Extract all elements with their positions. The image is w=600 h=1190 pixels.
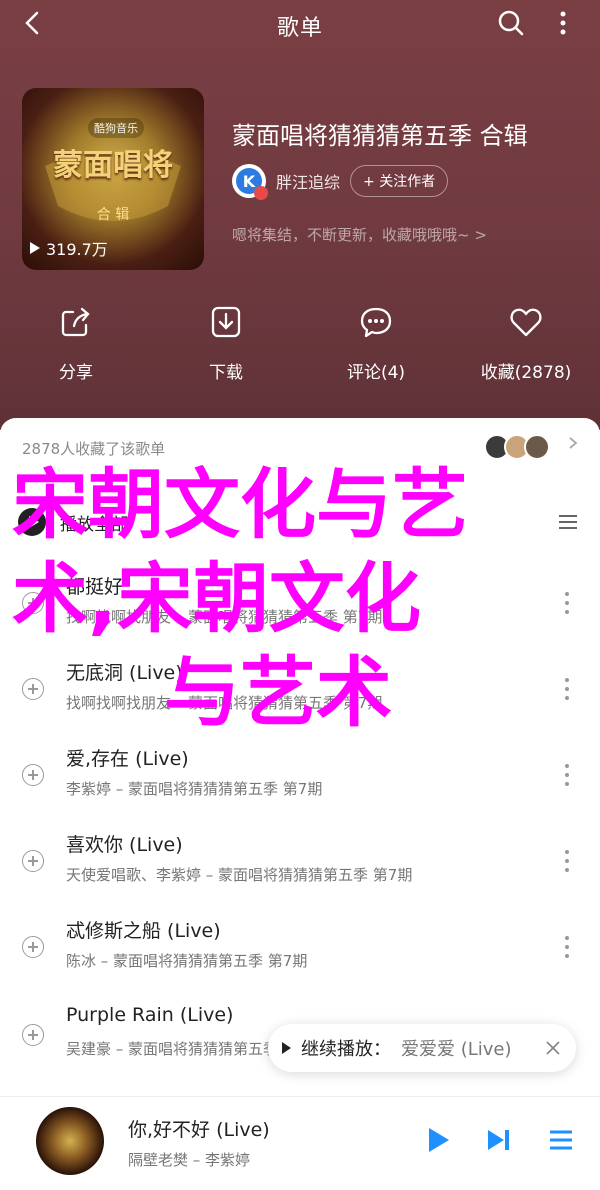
- continue-play-song: 爱爱爱 (Live): [401, 1039, 512, 1060]
- download-button[interactable]: 下载: [166, 304, 286, 383]
- follow-button[interactable]: + 关注作者: [350, 165, 449, 197]
- song-more-icon[interactable]: [558, 760, 576, 790]
- cover-collection-label: 合 辑: [96, 207, 130, 223]
- list-menu-icon[interactable]: [556, 510, 580, 534]
- playlist-title: 蒙面唱将猜猜猜第五季 合辑: [232, 122, 528, 150]
- song-title: 喜欢你 (Live): [66, 834, 183, 856]
- song-row[interactable]: 都挺好 找啊找啊找朋友 – 蒙面唱将猜猜猜第五季 第7期: [0, 564, 600, 650]
- share-label: 分享: [59, 363, 93, 383]
- download-icon: [211, 306, 241, 338]
- action-bar: 分享 下载 评论(4) 收藏(2878): [0, 304, 600, 394]
- owner-name[interactable]: 胖汪追综: [276, 169, 340, 193]
- add-song-icon[interactable]: [22, 764, 44, 786]
- play-all-icon: [18, 508, 46, 536]
- favorites-count: 2878人收藏了该歌单: [22, 440, 166, 458]
- song-list-sheet: 2878人收藏了该歌单 播放全部 都挺好 找啊找啊找朋友 – 蒙面唱将猜猜猜第五…: [0, 418, 600, 1189]
- song-artist: 李紫婷 – 蒙面唱将猜猜猜第五季 第7期: [66, 780, 323, 798]
- song-artist: 陈冰 – 蒙面唱将猜猜猜第五季 第7期: [66, 952, 308, 970]
- add-song-icon[interactable]: [22, 592, 44, 614]
- chevron-right-icon[interactable]: [566, 436, 580, 450]
- top-nav: 歌单: [0, 0, 600, 46]
- song-title: 爱,存在 (Live): [66, 748, 189, 770]
- comment-button[interactable]: 评论(4): [316, 304, 436, 383]
- cover-brand: 酷狗音乐: [88, 118, 144, 138]
- playlist-header: 歌单 酷狗音乐 蒙面唱将 合 辑 319.7万 蒙面唱将猜猜猜第五季 合辑 K …: [0, 0, 600, 430]
- play-icon: [282, 1042, 291, 1054]
- search-icon[interactable]: [496, 8, 526, 38]
- share-icon: [61, 307, 90, 337]
- favorite-label: 收藏(2878): [480, 363, 572, 383]
- favorite-button[interactable]: 收藏(2878): [466, 304, 586, 383]
- play-count-icon: [30, 242, 40, 254]
- playlist-description[interactable]: 嗯将集结，不断更新，收藏哦哦哦~ >: [232, 224, 487, 245]
- close-icon[interactable]: [544, 1039, 562, 1057]
- song-row[interactable]: 忒修斯之船 (Live) 陈冰 – 蒙面唱将猜猜猜第五季 第7期: [0, 908, 600, 994]
- download-label: 下载: [209, 363, 243, 383]
- add-song-icon[interactable]: [22, 1024, 44, 1046]
- continue-play-label: 继续播放：: [301, 1039, 391, 1060]
- play-all-label: 播放全部: [60, 514, 128, 535]
- mini-player[interactable]: 你,好不好 (Live) 隔壁老樊 – 李紫婷: [0, 1096, 600, 1190]
- song-title: 无底洞 (Live): [66, 662, 183, 684]
- more-icon[interactable]: [548, 8, 578, 38]
- song-more-icon[interactable]: [558, 674, 576, 704]
- now-playing-disc[interactable]: [36, 1107, 104, 1175]
- next-track-icon[interactable]: [482, 1123, 516, 1157]
- song-artist: 找啊找啊找朋友 – 蒙面唱将猜猜猜第五季 第7期: [66, 608, 383, 626]
- song-title: 忒修斯之船 (Live): [66, 920, 221, 942]
- song-row[interactable]: 喜欢你 (Live) 天使爱唱歌、李紫婷 – 蒙面唱将猜猜猜第五季 第7期: [0, 822, 600, 908]
- cover-logo-text: 蒙面唱将: [53, 148, 173, 183]
- heart-icon: [510, 308, 542, 337]
- play-count-value: 319.7万: [46, 240, 108, 259]
- comment-icon: [360, 307, 392, 338]
- add-song-icon[interactable]: [22, 678, 44, 700]
- playlist-queue-icon[interactable]: [544, 1123, 578, 1157]
- avatar: [524, 434, 550, 460]
- owner-row: K 胖汪追综 + 关注作者: [232, 164, 449, 200]
- song-row[interactable]: 无底洞 (Live) 找啊找啊找朋友 – 蒙面唱将猜猜猜第五季 第7期: [0, 650, 600, 736]
- playlist-cover[interactable]: 酷狗音乐 蒙面唱将 合 辑 319.7万: [22, 88, 204, 270]
- song-artist: 找啊找啊找朋友 – 蒙面唱将猜猜猜第五季 第7期: [66, 694, 383, 712]
- share-button[interactable]: 分享: [16, 304, 136, 383]
- add-song-icon[interactable]: [22, 936, 44, 958]
- song-more-icon[interactable]: [558, 588, 576, 618]
- verified-badge-icon: [254, 186, 268, 200]
- song-title: 都挺好: [66, 576, 124, 598]
- add-song-icon[interactable]: [22, 850, 44, 872]
- comment-label: 评论(4): [346, 363, 406, 383]
- play-all-button[interactable]: 播放全部: [18, 508, 128, 536]
- song-row[interactable]: 爱,存在 (Live) 李紫婷 – 蒙面唱将猜猜猜第五季 第7期: [0, 736, 600, 822]
- continue-play-toast[interactable]: 继续播放： 爱爱爱 (Live): [268, 1024, 576, 1072]
- song-more-icon[interactable]: [558, 932, 576, 962]
- song-more-icon[interactable]: [558, 846, 576, 876]
- play-icon[interactable]: [420, 1123, 454, 1157]
- owner-avatar[interactable]: K: [232, 164, 268, 200]
- favorite-avatars[interactable]: [484, 434, 550, 460]
- play-count: 319.7万: [30, 236, 108, 260]
- now-playing-title: 你,好不好 (Live): [128, 1119, 270, 1141]
- song-artist: 天使爱唱歌、李紫婷 – 蒙面唱将猜猜猜第五季 第7期: [66, 866, 413, 884]
- now-playing-artist: 隔壁老樊 – 李紫婷: [128, 1151, 251, 1169]
- song-title: Purple Rain (Live): [66, 1004, 234, 1026]
